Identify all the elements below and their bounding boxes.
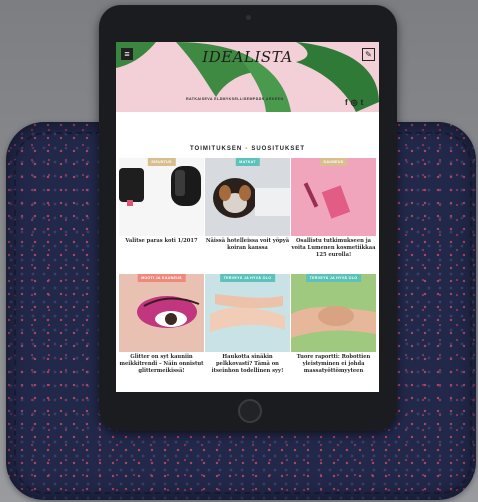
section-title-right: SUOSITUKSET [251,146,305,152]
edit-icon[interactable]: ✎ [362,48,375,61]
social-links: f ◎ t [345,98,363,107]
article-title[interactable]: Tuore raportti: Robottien yleistyminen e… [291,354,376,375]
article-title[interactable]: Valitse paras koti 1/2017 [119,238,204,245]
holding-hands-image [291,274,376,352]
article-image[interactable]: TERVEYS JA HYVÄ OLO [205,274,290,352]
site-tagline: RATKAISEVA ELÄMYKSELLISEMPÄÄN ARKEEN [186,97,284,101]
section-separator: • [245,146,249,152]
article-title[interactable]: Glitter on syt kauniin meikkitrendi – Nä… [119,354,204,375]
hands-image [205,274,290,352]
tablet-screen: ≡ IDEALISTA ✎ RATKAISEVA ELÄMYKSELLISEMP… [116,42,379,392]
dog-image [205,158,290,236]
tablet-device: ≡ IDEALISTA ✎ RATKAISEVA ELÄMYKSELLISEMP… [99,5,397,431]
article-image[interactable]: KAUNEUS [291,158,376,236]
menu-icon[interactable]: ≡ [121,48,133,60]
article-image[interactable]: MUOTI JA KAUNEUS [119,274,204,352]
section-title-left: TOIMITUKSEN [189,146,243,152]
facebook-icon[interactable]: f [345,98,348,107]
site-logo[interactable]: IDEALISTA [176,48,319,66]
article-title[interactable]: Osallistu tutkimukseen ja voita Lumenen … [291,238,376,259]
hero-banner: ≡ IDEALISTA ✎ RATKAISEVA ELÄMYKSELLISEMP… [116,42,379,112]
category-badge: TERVEYS JA HYVÄ OLO [305,274,362,282]
twitter-icon[interactable]: t [361,98,364,107]
category-badge: MATKAT [235,158,260,166]
instagram-icon[interactable]: ◎ [351,98,358,107]
article-image[interactable]: TERVEYS JA HYVÄ OLO [291,274,376,352]
category-badge: TERVEYS JA HYVÄ OLO [219,274,276,282]
article-title[interactable]: Haukotta sinäkin pelkkovasti? Tämä on it… [205,354,290,375]
home-button[interactable] [238,399,262,423]
article-title[interactable]: Näissä hotelleissa voit yöpyä koiran kan… [205,238,290,252]
pink-cosmetics-image [291,158,376,236]
glitter-eye-image [119,274,204,352]
front-camera [246,15,251,20]
article-image[interactable]: MATKAT [205,158,290,236]
category-badge: KAUNEUS [319,158,348,166]
category-badge: SISUSTUS [147,158,176,166]
article-image[interactable]: SISUSTUS [119,158,204,236]
kitchen-appliance-image [119,158,204,236]
category-badge: MUOTI JA KAUNEUS [137,274,186,282]
section-heading: TOIMITUKSEN • SUOSITUKSET [116,146,379,152]
